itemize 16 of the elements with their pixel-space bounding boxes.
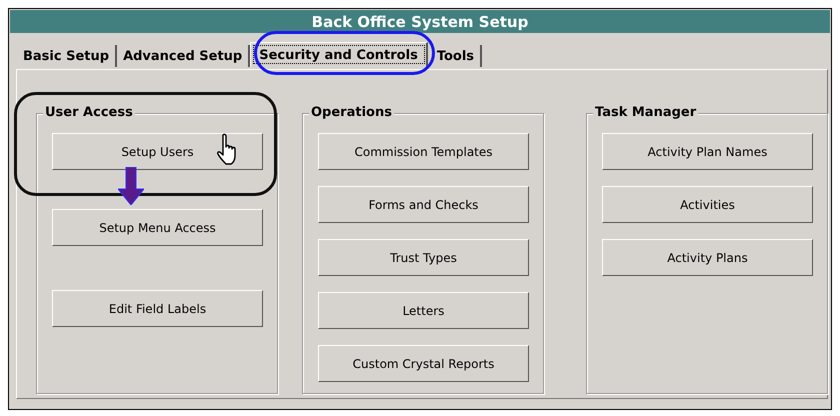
group-title: Operations — [309, 105, 394, 120]
group-title: Task Manager — [593, 105, 698, 120]
setup-button[interactable]: Trust Types — [318, 239, 529, 276]
setup-button[interactable]: Commission Templates — [318, 133, 529, 170]
setup-button[interactable]: Forms and Checks — [318, 186, 529, 223]
setup-button[interactable]: Activity Plans — [602, 239, 813, 276]
setup-button[interactable]: Activities — [602, 186, 813, 223]
setup-button[interactable]: Edit Field Labels — [52, 290, 263, 327]
setup-button[interactable]: Activity Plan Names — [602, 133, 813, 170]
down-arrow-icon — [118, 167, 144, 205]
setup-button[interactable]: Custom Crystal Reports — [318, 345, 529, 382]
tab[interactable]: Security and Controls — [250, 42, 428, 67]
setup-button[interactable]: Setup Users — [52, 133, 263, 170]
setup-button[interactable]: Setup Menu Access — [52, 209, 263, 246]
setup-button[interactable]: Letters — [318, 292, 529, 329]
window-title: Back Office System Setup — [10, 10, 830, 33]
